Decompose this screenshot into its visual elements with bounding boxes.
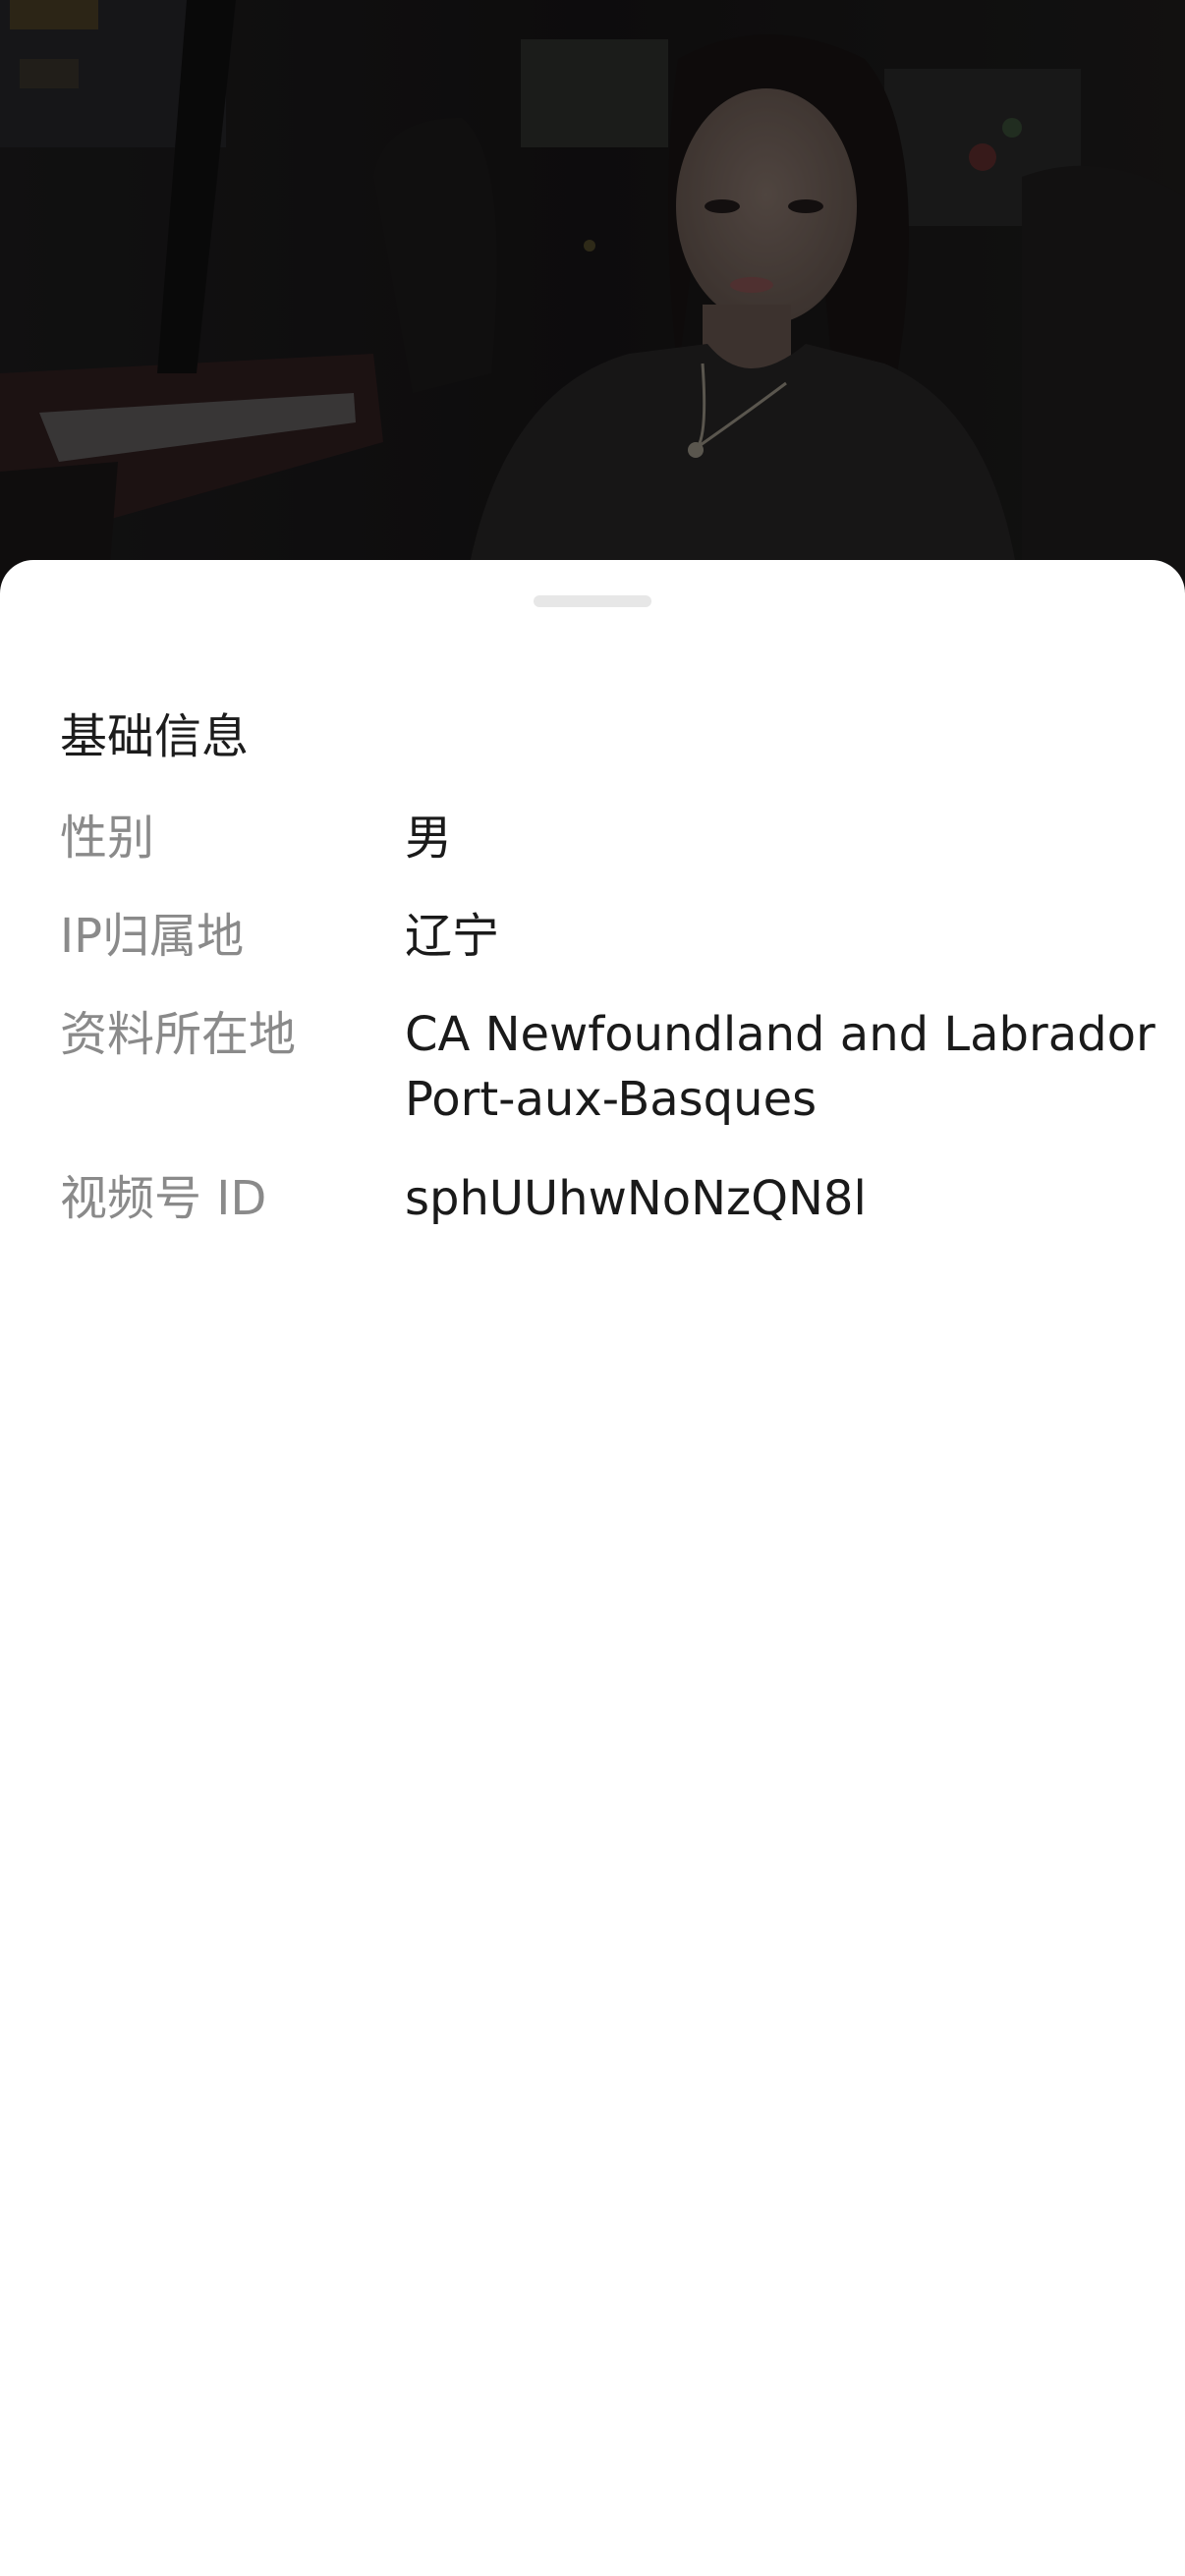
channels-id-label: 视频号 ID — [60, 1171, 267, 1226]
drag-handle[interactable] — [534, 595, 651, 607]
profile-info-sheet: 基础信息 性别 男 IP归属地 辽宁 资料所在地 CA Newfoundland… — [0, 560, 1185, 2576]
profile-photo-image — [0, 0, 1185, 609]
profile-region-value-line2: Port-aux-Basques — [405, 1072, 818, 1127]
profile-region-value: CA Newfoundland and Labrador Port-aux-Ba… — [405, 1002, 1156, 1132]
profile-photo-background[interactable] — [0, 0, 1185, 609]
ip-location-label: IP归属地 — [60, 909, 245, 964]
gender-value: 男 — [405, 811, 453, 866]
profile-region-label: 资料所在地 — [60, 1007, 297, 1062]
profile-region-value-line1: CA Newfoundland and Labrador — [405, 1007, 1156, 1062]
channels-id-value[interactable]: sphUUhwNoNzQN8l — [405, 1166, 1152, 1231]
gender-label: 性别 — [60, 811, 155, 866]
profile-info-screen: 基础信息 性别 男 IP归属地 辽宁 资料所在地 CA Newfoundland… — [0, 0, 1185, 2576]
ip-location-value: 辽宁 — [405, 909, 500, 964]
section-title-basic-info: 基础信息 — [60, 709, 250, 764]
